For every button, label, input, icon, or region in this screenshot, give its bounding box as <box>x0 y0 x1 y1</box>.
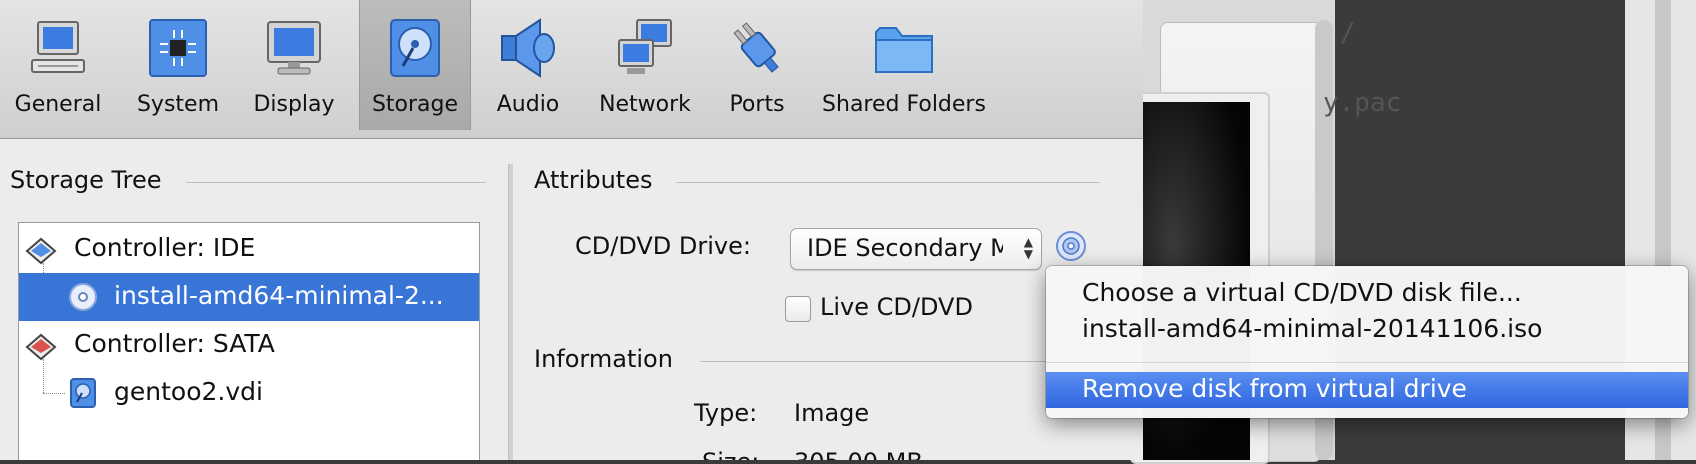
settings-dialog: g g General <box>0 0 1143 460</box>
menu-item-remove-disk[interactable]: Remove disk from virtual drive <box>1046 372 1688 408</box>
attributes-rule <box>676 182 1100 183</box>
storage-tree[interactable]: Controller: IDE install-amd64-minimal-2.… <box>18 222 480 460</box>
tab-general-label: General <box>14 92 102 117</box>
menu-item-label: Remove disk from virtual drive <box>1082 374 1467 403</box>
tab-storage-label: Storage <box>371 92 459 117</box>
live-cd-checkbox[interactable] <box>785 296 811 322</box>
tab-ports[interactable]: Ports <box>712 0 802 130</box>
tab-storage[interactable]: Storage <box>359 0 471 130</box>
tab-system-label: System <box>136 92 220 117</box>
type-value: Image <box>794 399 870 427</box>
menu-item-label: Choose a virtual CD/DVD disk file... <box>1082 278 1522 307</box>
chip-icon <box>149 19 207 77</box>
optical-disc-icon <box>69 283 97 311</box>
size-label: Size: <box>702 448 759 460</box>
size-value: 305.00 MB <box>794 448 923 460</box>
live-cd-label: Live CD/DVD <box>820 293 973 321</box>
tab-system[interactable]: System <box>124 0 232 130</box>
tree-item-label: gentoo2.vdi <box>114 377 263 406</box>
tab-shared-folders-label: Shared Folders <box>822 92 986 117</box>
tree-item-controller-sata[interactable]: Controller: SATA <box>19 321 479 369</box>
type-label: Type: <box>694 399 758 427</box>
disk-icon <box>390 19 440 77</box>
monitor-icon <box>31 21 85 73</box>
splitter-handle[interactable] <box>508 164 513 460</box>
tab-network-label: Network <box>599 92 691 117</box>
information-title: Information <box>534 345 673 373</box>
display-icon <box>267 21 321 75</box>
tree-item-gentoo-vdi[interactable]: gentoo2.vdi <box>19 369 479 417</box>
folder-icon <box>875 27 933 73</box>
tab-display[interactable]: Display <box>240 0 348 130</box>
cd-dvd-drive-label: CD/DVD Drive: <box>575 232 751 260</box>
tab-display-label: Display <box>253 92 335 117</box>
tab-audio[interactable]: Audio <box>480 0 576 130</box>
tab-general[interactable]: General <box>4 0 112 130</box>
menu-separator <box>1046 362 1688 363</box>
storage-tree-title: Storage Tree <box>10 166 162 194</box>
disk-popup-menu: Choose a virtual CD/DVD disk file... ins… <box>1046 266 1688 418</box>
tab-audio-label: Audio <box>496 92 560 117</box>
menu-item-choose-disk-file[interactable]: Choose a virtual CD/DVD disk file... <box>1046 276 1688 312</box>
tree-item-controller-ide[interactable]: Controller: IDE <box>19 225 479 273</box>
cd-dvd-drive-select[interactable]: IDE Secondary Master ▲▼ <box>790 228 1042 270</box>
tree-item-label: Controller: IDE <box>74 233 256 262</box>
choose-disk-button[interactable] <box>1055 230 1087 262</box>
tab-network[interactable]: Network <box>590 0 700 130</box>
information-rule <box>700 361 1100 362</box>
settings-toolbar: g g General <box>0 0 1143 139</box>
terminal-text: y.pac <box>1323 88 1402 118</box>
tree-item-label: Controller: SATA <box>74 329 275 358</box>
attributes-title: Attributes <box>534 166 653 194</box>
tree-item-label: install-amd64-minimal-2... <box>114 281 444 310</box>
controller-icon <box>25 237 57 265</box>
storage-tree-rule <box>186 182 486 183</box>
plug-icon <box>733 22 779 73</box>
tree-item-install-iso[interactable]: install-amd64-minimal-2... <box>19 273 479 321</box>
network-icon <box>618 19 672 74</box>
terminal-text: / <box>1340 18 1356 48</box>
updown-arrows-icon: ▲ ▼ <box>1023 235 1033 261</box>
tab-ports-label: Ports <box>729 92 785 117</box>
menu-item-label: install-amd64-minimal-20141106.iso <box>1082 314 1543 343</box>
tab-shared-folders[interactable]: Shared Folders <box>818 0 990 130</box>
menu-item-install-iso[interactable]: install-amd64-minimal-20141106.iso <box>1046 312 1688 348</box>
speaker-icon <box>501 18 555 78</box>
controller-icon <box>25 333 57 361</box>
hard-disk-icon <box>70 378 96 408</box>
cd-dvd-drive-value: IDE Secondary Master <box>807 234 1003 262</box>
